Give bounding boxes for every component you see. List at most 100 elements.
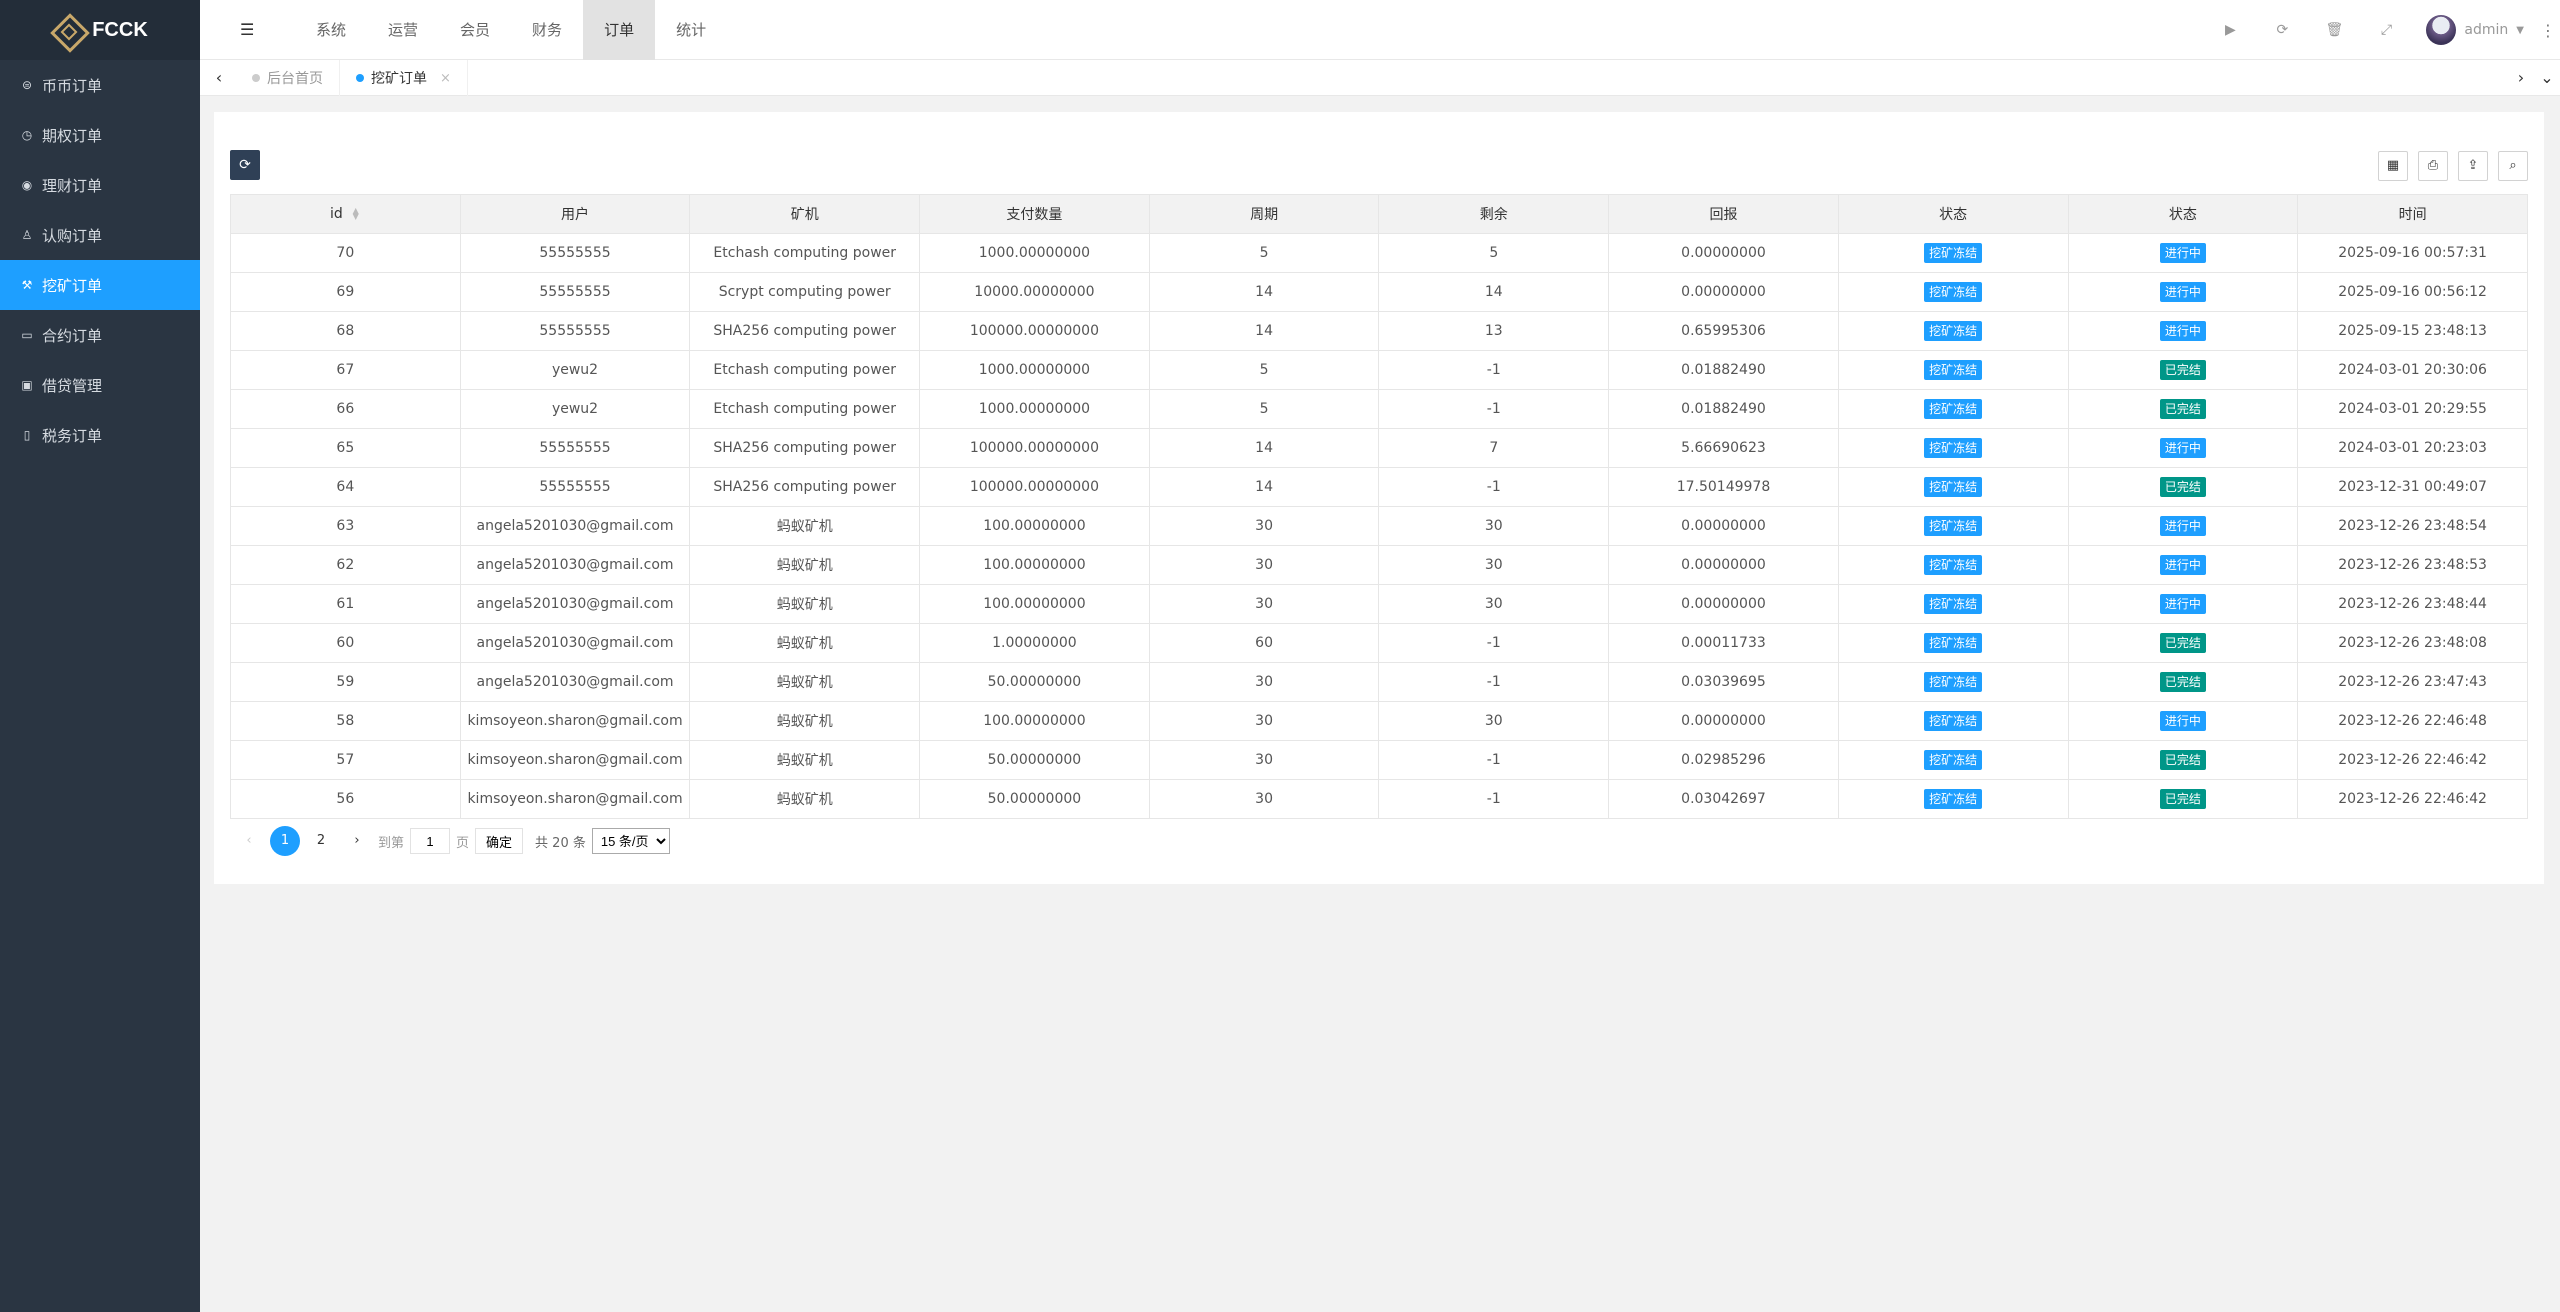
status-badge: 挖矿冻结 (1924, 438, 1983, 458)
table-row[interactable]: 63 angela5201030@gmail.com 蚂蚁矿机 100.0000000… (230, 506, 2528, 546)
status-badge: 已完结 (2159, 633, 2206, 653)
page-1-button[interactable]: 1 (270, 826, 300, 856)
table-cell: 56 (230, 779, 461, 819)
goto-confirm-button[interactable]: 确定 (475, 828, 524, 854)
table-cell: 55555555 (459, 272, 691, 312)
table-row[interactable]: 58 kimsoyeon.sharon@gmail.com 蚂蚁矿机 100.0000… (230, 701, 2528, 741)
page-unit-label: 页 (456, 835, 470, 851)
sidebar-item-4[interactable]: ⚒ 挖矿订单 (0, 260, 200, 310)
status-badge: 进行中 (2159, 243, 2206, 263)
logo[interactable]: FCCK (0, 0, 200, 60)
table-row[interactable]: 64 55555555 SHA256 computing power 100000.0… (230, 467, 2528, 507)
table-cell: 已完结 (2067, 350, 2299, 390)
trash-icon[interactable]: 🗑 (2308, 22, 2360, 38)
page-2-button[interactable]: 2 (306, 826, 336, 856)
table-cell: 59 (230, 662, 461, 702)
nav-item-5[interactable]: 统计 (655, 0, 727, 60)
table-cell: Etchash computing power (689, 233, 921, 273)
table-cell: 进行中 (2067, 272, 2299, 312)
search-icon[interactable]: ⌕ (2498, 151, 2528, 181)
table-row[interactable]: 70 55555555 Etchash computing power 1000.00… (230, 233, 2528, 273)
tab-0[interactable]: 后台首页 (236, 60, 340, 96)
sidebar-item-2[interactable]: ◉ 理财订单 (0, 160, 200, 210)
sidebar-item-label: 合约订单 (42, 326, 103, 345)
column-header[interactable]: id ▲ ▼ (230, 194, 461, 234)
table-cell: -1 (1378, 350, 1610, 390)
table-cell: 挖矿冻结 (1837, 545, 2069, 585)
table-row[interactable]: 65 55555555 SHA256 computing power 100000.0… (230, 428, 2528, 468)
table-cell: 2025-09-16 00:57:31 (2297, 233, 2528, 273)
table-cell: 蚂蚁矿机 (689, 506, 921, 546)
table-cell: 2023-12-26 23:48:44 (2297, 584, 2528, 624)
tab-menu-chevron-icon[interactable]: ⌄ (2534, 60, 2560, 96)
column-header: 状态 (1837, 194, 2069, 234)
close-icon[interactable]: × (440, 71, 451, 86)
sidebar-item-label: 期权订单 (42, 126, 103, 145)
goto-page-input[interactable] (410, 828, 451, 854)
table-cell: 61 (230, 584, 461, 624)
table-cell: 0.00000000 (1608, 701, 1839, 741)
refresh-icon[interactable]: ⟳ (2256, 22, 2308, 38)
table-cell: 2023-12-26 22:46:42 (2297, 779, 2528, 819)
status-badge: 挖矿冻结 (1924, 711, 1983, 731)
table-row[interactable]: 68 55555555 SHA256 computing power 100000.0… (230, 311, 2528, 351)
sidebar-item-7[interactable]: ▯ 税务订单 (0, 410, 200, 460)
table-cell: 0.00000000 (1608, 545, 1839, 585)
nav-item-2[interactable]: 会员 (439, 0, 511, 60)
sidebar-item-0[interactable]: ⊜ 币币订单 (0, 60, 200, 110)
more-vertical-icon[interactable]: ⋮ (2536, 21, 2560, 40)
nav-item-4[interactable]: 订单 (583, 0, 656, 60)
column-header: 时间 (2297, 194, 2528, 234)
sidebar-item-label: 认购订单 (42, 226, 103, 245)
sidebar-item-6[interactable]: ▣ 借贷管理 (0, 360, 200, 410)
columns-icon[interactable]: ▦ (2378, 151, 2408, 181)
table-cell: 14 (1148, 467, 1380, 507)
print-icon[interactable]: ⎙ (2418, 151, 2448, 181)
user-menu[interactable]: admin ▼ (2412, 15, 2536, 45)
sidebar-item-3[interactable]: ♙ 认购订单 (0, 210, 200, 260)
phone-icon: ▯ (23, 428, 31, 442)
table-row[interactable]: 57 kimsoyeon.sharon@gmail.com 蚂蚁矿机 50.00000… (230, 740, 2528, 780)
tab-scroll-right-icon[interactable]: › (2508, 60, 2534, 96)
table-row[interactable]: 62 angela5201030@gmail.com 蚂蚁矿机 100.0000000… (230, 545, 2528, 585)
menu-fold-icon[interactable]: ☰ (240, 20, 260, 40)
page-size-select[interactable]: 15 条/页 (591, 828, 670, 854)
nav-item-0[interactable]: 系统 (295, 0, 367, 60)
nav-item-1[interactable]: 运营 (367, 0, 439, 60)
tab-1[interactable]: 挖矿订单 × (340, 60, 468, 96)
table-row[interactable]: 56 kimsoyeon.sharon@gmail.com 蚂蚁矿机 50.00000… (230, 779, 2528, 819)
fullscreen-icon[interactable]: ⤢ (2360, 22, 2412, 38)
export-icon[interactable]: ⇪ (2458, 151, 2488, 181)
column-header-label: 周期 (1250, 207, 1279, 223)
table-row[interactable]: 67 yewu2 Etchash computing power 1000.00000… (230, 350, 2528, 390)
table-row[interactable]: 69 55555555 Scrypt computing power 10000.00… (230, 272, 2528, 312)
table-cell: Etchash computing power (689, 350, 921, 390)
table-cell: 0.00000000 (1608, 584, 1839, 624)
sidebar-item-1[interactable]: ◷ 期权订单 (0, 110, 200, 160)
table-cell: 蚂蚁矿机 (689, 662, 921, 702)
table-row[interactable]: 66 yewu2 Etchash computing power 1000.00000… (230, 389, 2528, 429)
status-badge: 进行中 (2159, 282, 2206, 302)
table-cell: 66 (230, 389, 461, 429)
next-page-button[interactable]: › (342, 826, 372, 856)
play-icon[interactable]: ▶ (2204, 22, 2256, 38)
nav-item-3[interactable]: 财务 (511, 0, 583, 60)
table-row[interactable]: 59 angela5201030@gmail.com 蚂蚁矿机 50.00000000… (230, 662, 2528, 702)
table-cell: 100.00000000 (919, 545, 1150, 585)
finance-icon: ◉ (21, 178, 33, 192)
status-badge: 进行中 (2159, 321, 2206, 341)
table-toolbar: ▦ ⎙ ⇪ ⌕ (2378, 151, 2528, 181)
sort-icon[interactable]: ▲ ▼ (351, 207, 361, 221)
table-row[interactable]: 60 angela5201030@gmail.com 蚂蚁矿机 1.00000000 6… (230, 623, 2528, 663)
table-cell: Scrypt computing power (689, 272, 921, 312)
table-row[interactable]: 61 angela5201030@gmail.com 蚂蚁矿机 100.0000000… (230, 584, 2528, 624)
table-cell: 0.03039695 (1608, 662, 1839, 702)
table-cell: -1 (1378, 467, 1610, 507)
table-cell: 蚂蚁矿机 (689, 779, 921, 819)
table-cell: 13 (1378, 311, 1610, 351)
sidebar-item-5[interactable]: ▭ 合约订单 (0, 310, 200, 360)
table-refresh-button[interactable]: ⟳ (230, 150, 260, 180)
tab-scroll-left-icon[interactable]: ‹ (206, 60, 232, 96)
prev-page-button[interactable]: ‹ (234, 826, 264, 856)
table-cell: angela5201030@gmail.com (459, 506, 691, 546)
